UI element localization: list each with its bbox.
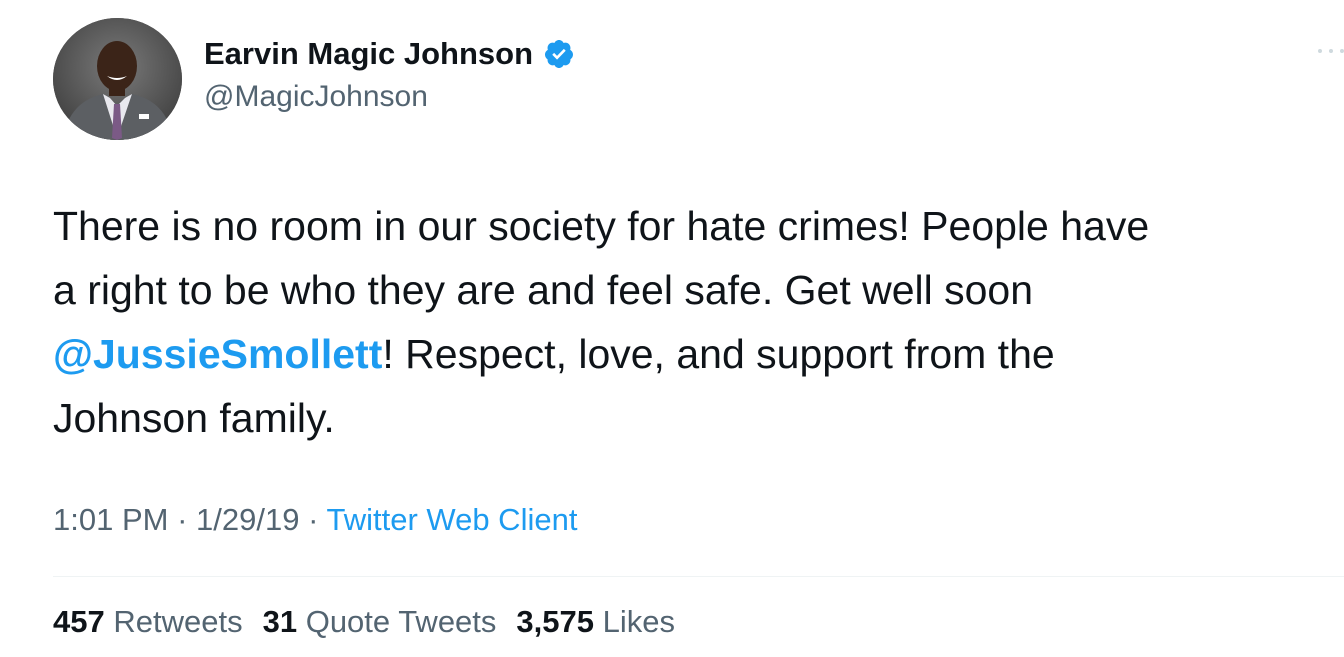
tweet-text: There is no room in our society for hate…	[53, 194, 1343, 450]
tweet: Earvin Magic Johnson @MagicJohnson There…	[0, 0, 1344, 657]
meta-separator: ·	[177, 502, 188, 537]
quote-tweets-stat[interactable]: 31 Quote Tweets	[263, 604, 497, 640]
tweet-meta: 1:01 PM · 1/29/19 · Twitter Web Client	[53, 502, 577, 538]
mention-link[interactable]: @JussieSmollett	[53, 331, 382, 377]
tweet-text-segment: a right to be who they are and feel safe…	[53, 267, 1034, 313]
tweet-text-segment: There is no room in our society for hate…	[53, 203, 1150, 249]
tweet-line: There is no room in our society for hate…	[53, 194, 1343, 258]
author-header: Earvin Magic Johnson	[204, 34, 575, 74]
tweet-stats: 457 Retweets 31 Quote Tweets 3,575 Likes	[53, 604, 675, 640]
likes-label: Likes	[602, 604, 675, 639]
author-handle[interactable]: @MagicJohnson	[204, 80, 428, 114]
more-options-icon[interactable]	[1318, 44, 1344, 58]
verified-badge-icon	[543, 38, 575, 70]
likes-count: 3,575	[516, 604, 594, 639]
tweet-date[interactable]: 1/29/19	[196, 502, 299, 537]
tweet-source-link[interactable]: Twitter Web Client	[326, 502, 577, 537]
retweets-label: Retweets	[113, 604, 243, 639]
avatar[interactable]	[53, 18, 182, 140]
likes-stat[interactable]: 3,575 Likes	[516, 604, 675, 640]
quote-tweets-label: Quote Tweets	[305, 604, 497, 639]
avatar-image	[53, 18, 182, 140]
retweets-count: 457	[53, 604, 105, 639]
tweet-line: Johnson family.	[53, 386, 1343, 450]
quote-tweets-count: 31	[262, 604, 298, 639]
meta-separator: ·	[308, 502, 319, 537]
retweets-stat[interactable]: 457 Retweets	[53, 604, 243, 640]
tweet-line: a right to be who they are and feel safe…	[53, 258, 1343, 322]
divider	[53, 576, 1344, 577]
tweet-text-segment: Johnson family.	[53, 395, 335, 441]
display-name[interactable]: Earvin Magic Johnson	[204, 36, 533, 72]
tweet-time[interactable]: 1:01 PM	[53, 502, 168, 537]
tweet-text-segment: ! Respect, love, and support from the	[382, 331, 1055, 377]
tweet-line: @JussieSmollett! Respect, love, and supp…	[53, 322, 1343, 386]
